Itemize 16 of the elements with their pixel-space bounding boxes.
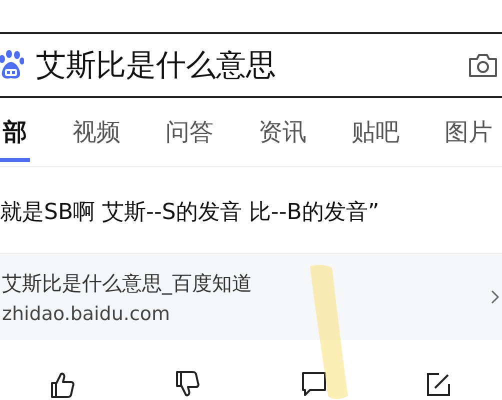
tab[interactable]: 部 <box>0 112 30 162</box>
search-field[interactable]: 艾斯比是什么意思 <box>36 44 468 86</box>
source-url: zhidao.baidu.com <box>2 302 172 324</box>
source-card[interactable]: 艾斯比是什么意思_百度知道 zhidao.baidu.com <box>0 254 502 340</box>
thumbs-up-icon[interactable] <box>48 370 77 398</box>
paw-logo-icon[interactable] <box>0 50 24 80</box>
tab[interactable]: 资讯 <box>256 112 309 158</box>
camera-icon[interactable] <box>468 52 498 78</box>
tab[interactable]: 图片 <box>442 112 495 158</box>
source-title: 艾斯比是什么意思_百度知道 <box>2 270 253 296</box>
tab[interactable]: 贴吧 <box>349 112 402 158</box>
chevron-right-icon[interactable] <box>490 289 500 305</box>
thumbs-down-icon[interactable] <box>174 370 202 398</box>
tab[interactable]: 问答 <box>163 112 216 158</box>
tab[interactable]: 视频 <box>70 112 123 158</box>
comment-icon[interactable] <box>300 370 328 398</box>
